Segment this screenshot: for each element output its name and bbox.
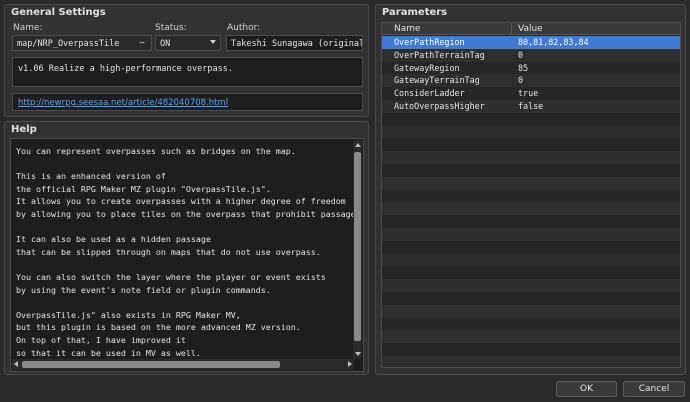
general-settings-panel: General Settings Name: map/NRP_OverpassT… bbox=[4, 4, 369, 117]
browse-button[interactable]: ⋯ bbox=[135, 38, 149, 49]
empty-parameter-row bbox=[382, 227, 680, 241]
parameters-panel: Parameters Name Value OverPathRegion 80,8… bbox=[375, 4, 686, 375]
help-line: You can also switch the layer where the … bbox=[16, 271, 326, 282]
empty-parameter-row bbox=[382, 241, 680, 254]
column-header-value[interactable]: Value bbox=[518, 24, 543, 34]
parameter-value: 80,81,82,83,84 bbox=[518, 37, 589, 47]
general-settings-title: General Settings bbox=[11, 7, 106, 18]
scroll-right-icon[interactable] bbox=[348, 361, 352, 367]
parameters-table[interactable]: Name Value OverPathRegion 80,81,82,83,84 O… bbox=[381, 22, 681, 368]
empty-parameter-row bbox=[382, 343, 680, 356]
parameter-value: false bbox=[518, 100, 544, 111]
author-label: Author: bbox=[227, 23, 261, 33]
help-line: by allowing you to place tiles on the ov… bbox=[16, 208, 361, 219]
help-line: but this plugin is based on the more adv… bbox=[16, 322, 301, 333]
parameter-value: 85 bbox=[518, 62, 529, 73]
help-text-area[interactable]: You can represent overpasses such as bri… bbox=[10, 138, 364, 372]
parameter-value: 0 bbox=[518, 75, 524, 86]
help-line: OverpassTile.js" also exists in RPG Make… bbox=[16, 309, 241, 320]
help-panel: Help You can represent overpasses such a… bbox=[4, 121, 369, 375]
name-value: map/NRP_OverpassTile bbox=[17, 39, 120, 49]
help-title: Help bbox=[11, 124, 37, 135]
help-line: This is an enhanced version of bbox=[16, 171, 166, 182]
description-value: v1.06 Realize a high-performance overpas… bbox=[18, 64, 233, 74]
url-field[interactable]: http://newrpg.seesaa.net/article/4820407… bbox=[12, 93, 363, 111]
help-line bbox=[16, 158, 361, 171]
parameter-value: 0 bbox=[518, 49, 524, 60]
empty-parameter-row bbox=[382, 330, 680, 344]
help-line: so that it can be used in MV as well. bbox=[16, 347, 201, 358]
parameter-value: true bbox=[518, 88, 539, 99]
column-divider[interactable] bbox=[511, 23, 512, 35]
help-line: It can also be used as a hidden passage bbox=[16, 234, 211, 245]
empty-parameter-row bbox=[382, 113, 680, 126]
parameter-row[interactable]: GatewayTerrainTag 0 bbox=[382, 74, 680, 88]
empty-parameter-row bbox=[382, 253, 680, 267]
help-line: by using the event's note field or plugi… bbox=[16, 284, 271, 295]
help-line: On top of that, I have improved it bbox=[16, 334, 186, 345]
parameter-row[interactable]: OverPathRegion 80,81,82,83,84 bbox=[382, 36, 680, 49]
empty-parameter-row bbox=[382, 164, 680, 177]
empty-parameter-row bbox=[382, 279, 680, 292]
parameter-name: OverPathRegion bbox=[394, 37, 465, 47]
empty-parameter-row bbox=[382, 202, 680, 216]
empty-parameter-row bbox=[382, 355, 680, 367]
empty-parameter-row bbox=[382, 125, 680, 139]
plugin-url-link[interactable]: http://newrpg.seesaa.net/article/4820407… bbox=[18, 98, 228, 108]
parameter-name: AutoOverpassHigher bbox=[394, 100, 485, 111]
help-line: It allows you to create overpasses with … bbox=[16, 196, 346, 207]
parameter-row[interactable]: GatewayRegion 85 bbox=[382, 62, 680, 75]
chevron-down-icon bbox=[210, 40, 216, 44]
scroll-left-icon[interactable] bbox=[14, 361, 18, 367]
description-field[interactable]: v1.06 Realize a high-performance overpas… bbox=[12, 57, 363, 87]
parameter-row[interactable]: AutoOverpassHigher false bbox=[382, 99, 680, 113]
parameter-name: OverPathTerrainTag bbox=[394, 49, 485, 60]
empty-parameter-row bbox=[382, 190, 680, 203]
column-header-name[interactable]: Name bbox=[394, 24, 421, 34]
parameters-table-header: Name Value bbox=[382, 23, 680, 35]
scroll-up-icon[interactable] bbox=[355, 143, 361, 147]
empty-parameter-row bbox=[382, 304, 680, 318]
help-line: the official RPG Maker MZ plugin "Overpa… bbox=[16, 183, 271, 194]
help-vertical-scrollbar[interactable] bbox=[353, 140, 362, 359]
parameter-name: ConsiderLadder bbox=[394, 88, 465, 99]
empty-parameter-row bbox=[382, 318, 680, 331]
empty-parameter-row bbox=[382, 151, 680, 164]
help-text-lines: You can represent overpasses such as bri… bbox=[16, 145, 361, 359]
empty-parameter-row bbox=[382, 292, 680, 305]
parameters-title: Parameters bbox=[382, 7, 448, 18]
help-line bbox=[16, 296, 361, 309]
author-value: Takeshi Sunagawa (original bbox=[231, 39, 363, 49]
parameter-row[interactable]: ConsiderLadder true bbox=[382, 87, 680, 100]
help-line: You can represent overpasses such as bri… bbox=[16, 146, 296, 156]
ok-button[interactable]: OK bbox=[556, 381, 617, 397]
parameter-name: GatewayTerrainTag bbox=[394, 75, 480, 86]
scroll-down-icon[interactable] bbox=[355, 352, 361, 356]
parameters-rows: OverPathRegion 80,81,82,83,84 OverPathTerr… bbox=[382, 36, 680, 367]
empty-parameter-row bbox=[382, 176, 680, 190]
empty-parameter-row bbox=[382, 215, 680, 228]
help-line: that can be slipped through on maps that… bbox=[16, 246, 321, 257]
vertical-scroll-thumb[interactable] bbox=[354, 152, 361, 341]
help-line bbox=[16, 221, 361, 234]
name-label: Name: bbox=[13, 23, 43, 33]
parameter-row[interactable]: OverPathTerrainTag 0 bbox=[382, 48, 680, 62]
status-select[interactable]: ON bbox=[155, 35, 221, 51]
empty-parameter-row bbox=[382, 138, 680, 151]
author-field[interactable]: Takeshi Sunagawa (original bbox=[226, 35, 363, 51]
status-value: ON bbox=[160, 39, 171, 49]
horizontal-scroll-thumb[interactable] bbox=[22, 361, 280, 368]
cancel-button[interactable]: Cancel bbox=[623, 381, 685, 397]
parameter-name: GatewayRegion bbox=[394, 62, 460, 73]
help-line bbox=[16, 258, 361, 271]
empty-parameter-row bbox=[382, 266, 680, 279]
name-field[interactable]: map/NRP_OverpassTile ⋯ bbox=[12, 35, 152, 51]
help-horizontal-scrollbar[interactable] bbox=[12, 359, 354, 370]
status-label: Status: bbox=[155, 23, 187, 33]
